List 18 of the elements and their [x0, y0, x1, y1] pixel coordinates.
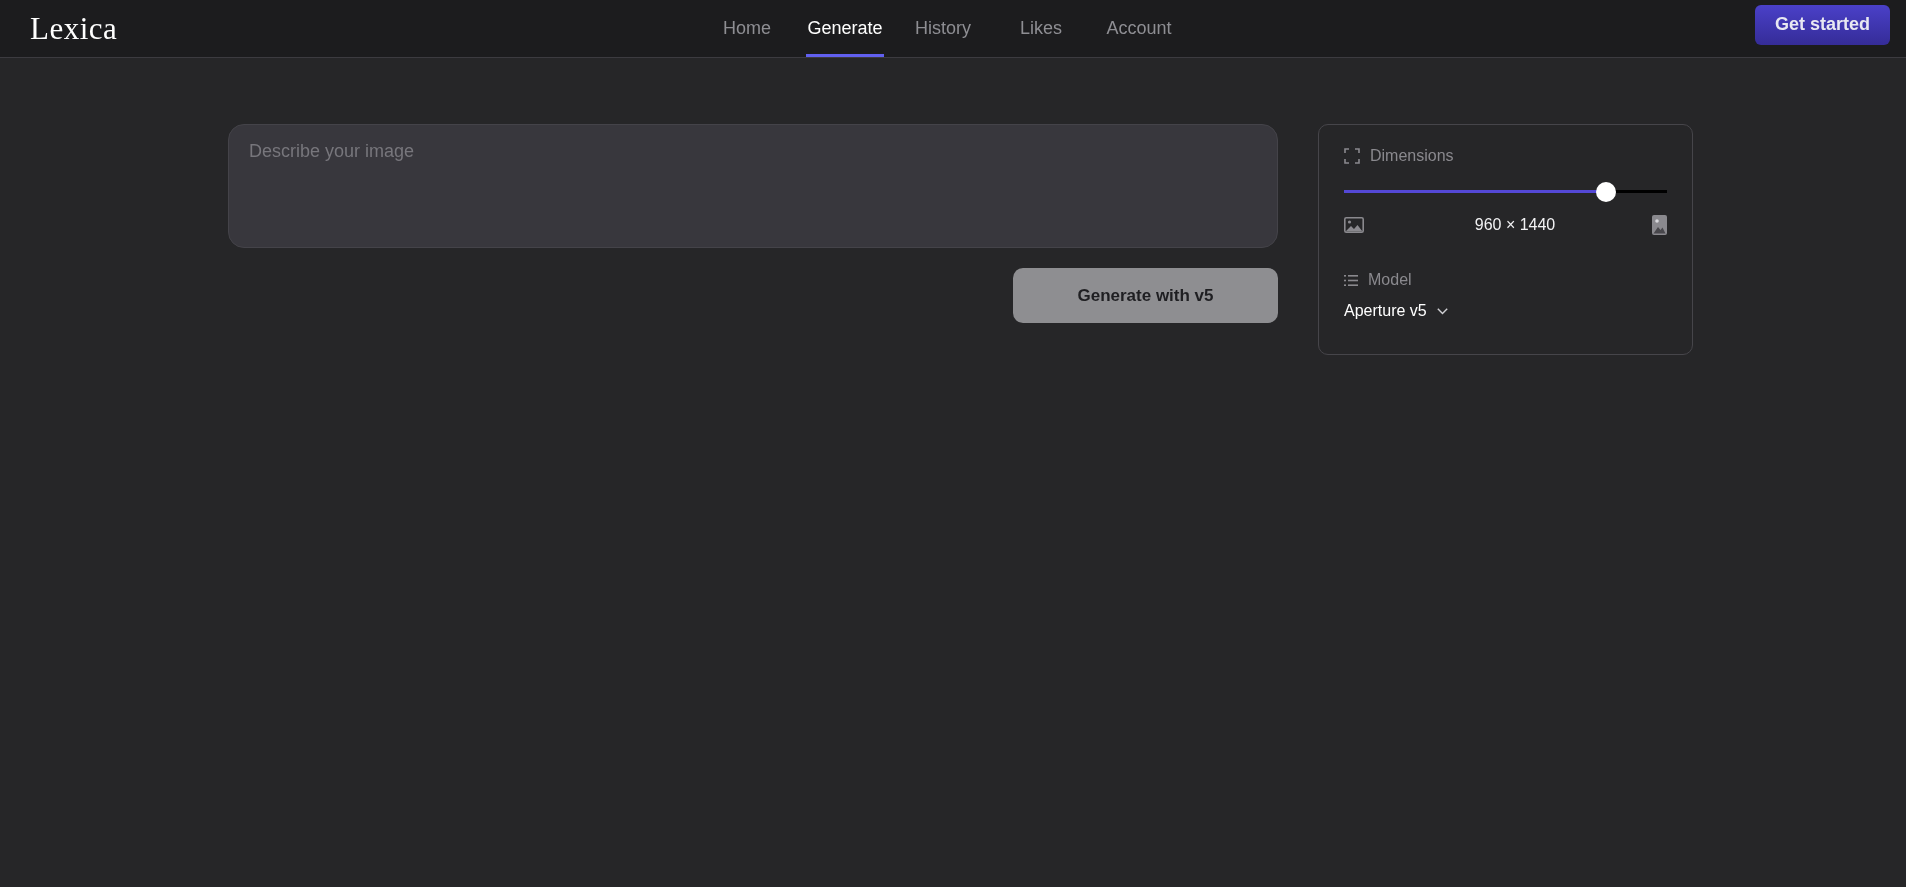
nav-tab[interactable]: Likes: [1019, 0, 1063, 57]
get-started-button[interactable]: Get started: [1754, 4, 1890, 45]
nav-tab[interactable]: Generate: [806, 0, 884, 57]
nav-tab[interactable]: Home: [722, 0, 772, 57]
landscape-image-icon[interactable]: [1344, 217, 1364, 233]
corners-icon: [1344, 148, 1360, 164]
slider-thumb[interactable]: [1595, 182, 1616, 202]
model-label: Model: [1368, 271, 1412, 289]
chevron-down-icon: [1436, 307, 1448, 315]
nav-tab[interactable]: History: [914, 0, 972, 57]
dimensions-label: Dimensions: [1370, 147, 1454, 165]
dimensions-value: 960 × 1440: [1474, 216, 1556, 234]
prompt-field[interactable]: Describe your image: [228, 124, 1278, 248]
logo[interactable]: Lexica: [30, 13, 118, 44]
portrait-image-icon[interactable]: [1652, 215, 1667, 235]
model-dropdown[interactable]: Aperture v5: [1344, 302, 1448, 320]
nav-tab[interactable]: Account: [1105, 0, 1173, 57]
list-icon: [1344, 274, 1358, 286]
